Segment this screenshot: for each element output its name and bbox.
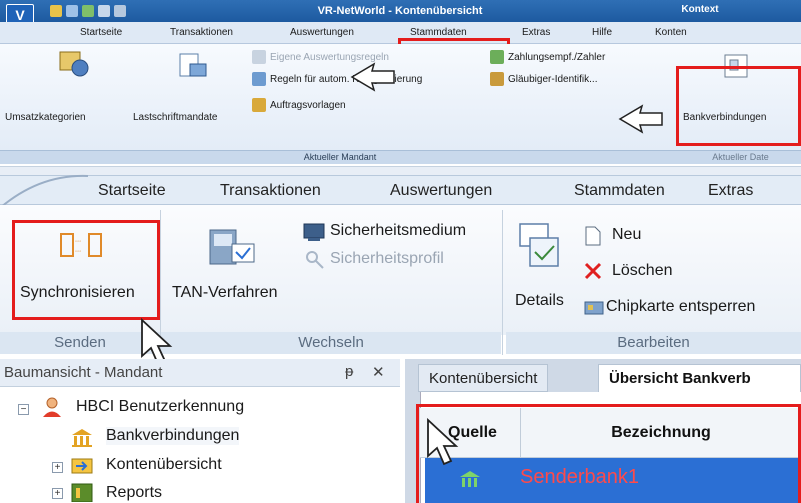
zahlungsempf-button[interactable]: Zahlungsempf./Zahler bbox=[490, 50, 605, 64]
context-tab-title: Kontext bbox=[681, 4, 719, 15]
tab-extras[interactable]: Extras bbox=[522, 27, 550, 38]
rules-icon bbox=[252, 50, 266, 64]
glaeubiger-label: Gläubiger-Identifik... bbox=[508, 73, 598, 85]
tan-verfahren-icon bbox=[209, 229, 255, 265]
tab-auswertungen[interactable]: Auswertungen bbox=[390, 182, 492, 200]
sicherheitsmedium-button[interactable]: Sicherheitsmedium bbox=[330, 222, 466, 240]
chipcard-icon bbox=[584, 301, 604, 315]
regeln-autom-button[interactable]: Regeln für autom. Kategorisierung bbox=[252, 72, 422, 86]
cursor-arrow-icon bbox=[427, 418, 459, 466]
tree-item-bankverbindungen[interactable]: Bankverbindungen bbox=[106, 427, 240, 445]
eigene-regeln-label: Eigene Auswertungsregeln bbox=[270, 51, 389, 63]
tab-transaktionen[interactable]: Transaktionen bbox=[170, 27, 233, 38]
highlight-bankverbindungen bbox=[676, 66, 801, 146]
group-label-aktueller-datensatz: Aktueller Date bbox=[680, 150, 801, 164]
app-menu-curve bbox=[0, 174, 89, 209]
auftragsvorlagen-button[interactable]: Auftragsvorlagen bbox=[252, 98, 346, 112]
delete-icon bbox=[584, 262, 602, 280]
save-icon[interactable] bbox=[50, 5, 62, 17]
ribbon-tabbar-zoomed: Startseite Transaktionen Auswertungen St… bbox=[0, 175, 801, 205]
sicherheitsprofil-button[interactable]: Sicherheitsprofil bbox=[330, 250, 444, 268]
tab-kontenuebersicht[interactable]: Kontenübersicht bbox=[418, 364, 549, 392]
group-label-aktueller-mandant: Aktueller Mandant bbox=[0, 150, 680, 164]
auftragsvorlagen-label: Auftragsvorlagen bbox=[270, 99, 346, 111]
tree-item-reports[interactable]: Reports bbox=[106, 484, 162, 502]
lastschriftmandate-button[interactable]: Lastschriftmandate bbox=[133, 112, 218, 123]
lastschriftmandate-icon bbox=[179, 53, 207, 77]
chipkarte-entsperren-button[interactable]: Chipkarte entsperren bbox=[606, 298, 755, 316]
tab-hilfe[interactable]: Hilfe bbox=[592, 27, 612, 38]
tab-startseite[interactable]: Startseite bbox=[80, 27, 122, 38]
user-icon bbox=[43, 397, 61, 417]
cursor-arrow-icon bbox=[350, 62, 395, 92]
umsatzkategorien-button[interactable]: Umsatzkategorien bbox=[5, 112, 86, 123]
tree-panel-title: Baumansicht - Mandant bbox=[4, 364, 163, 381]
tree-expand-toggle[interactable]: + bbox=[52, 462, 63, 473]
payee-icon bbox=[490, 50, 504, 64]
print-icon[interactable] bbox=[82, 5, 94, 17]
auto-rules-icon bbox=[252, 72, 266, 86]
sicherheitsmedium-icon bbox=[303, 223, 325, 241]
group-label-bearbeiten: Bearbeiten bbox=[506, 332, 801, 354]
creditor-icon bbox=[490, 72, 504, 86]
pin-icon[interactable]: ᵽ bbox=[345, 363, 353, 380]
group-separator bbox=[502, 210, 503, 355]
tab-stammdaten[interactable]: Stammdaten bbox=[410, 27, 467, 38]
tab-stammdaten[interactable]: Stammdaten bbox=[574, 182, 665, 200]
zahlungsempf-label: Zahlungsempf./Zahler bbox=[508, 51, 606, 63]
reports-icon bbox=[71, 483, 93, 502]
tree-expand-toggle[interactable]: + bbox=[52, 488, 63, 499]
window-title: VR-NetWorld - Kontenübersicht bbox=[317, 5, 483, 17]
tan-verfahren-button[interactable]: TAN-Verfahren bbox=[172, 284, 278, 302]
tab-transaktionen[interactable]: Transaktionen bbox=[220, 182, 321, 200]
qat-more-icon[interactable] bbox=[114, 5, 126, 17]
accounts-icon bbox=[71, 458, 93, 474]
export-icon[interactable] bbox=[98, 5, 110, 17]
loeschen-button[interactable]: Löschen bbox=[612, 262, 673, 280]
details-button[interactable]: Details bbox=[515, 292, 564, 310]
highlight-synchronisieren bbox=[12, 220, 160, 320]
umsatzkategorien-icon bbox=[59, 51, 89, 77]
bank-icon bbox=[72, 429, 92, 447]
details-icon bbox=[519, 223, 559, 267]
close-icon[interactable]: ✕ bbox=[372, 363, 385, 381]
tab-startseite[interactable]: Startseite bbox=[98, 182, 166, 200]
tab-auswertungen[interactable]: Auswertungen bbox=[290, 27, 354, 38]
tab-uebersicht-bankverbindungen[interactable]: Übersicht Bankverb bbox=[598, 364, 801, 392]
tab-konten[interactable]: Konten bbox=[655, 27, 687, 38]
neu-button[interactable]: Neu bbox=[612, 226, 641, 244]
tree-item-hbci[interactable]: HBCI Benutzerkennung bbox=[76, 398, 244, 416]
sicherheitsprofil-icon bbox=[306, 251, 324, 269]
cursor-arrow-icon bbox=[618, 104, 663, 134]
templates-icon bbox=[252, 98, 266, 112]
tree-collapse-toggle[interactable]: − bbox=[18, 404, 29, 415]
group-label-wechseln: Wechseln bbox=[161, 332, 501, 354]
tab-extras[interactable]: Extras bbox=[708, 182, 753, 200]
new-document-icon bbox=[585, 226, 601, 246]
group-label-senden: Senden bbox=[0, 332, 160, 354]
glaeubiger-button[interactable]: Gläubiger-Identifik... bbox=[490, 72, 598, 86]
undo-icon[interactable] bbox=[66, 5, 78, 17]
regeln-autom-label: Regeln für autom. Kategorisierung bbox=[270, 73, 423, 85]
highlight-grid bbox=[416, 404, 801, 503]
tree-item-kontenuebersicht[interactable]: Kontenübersicht bbox=[106, 456, 222, 474]
